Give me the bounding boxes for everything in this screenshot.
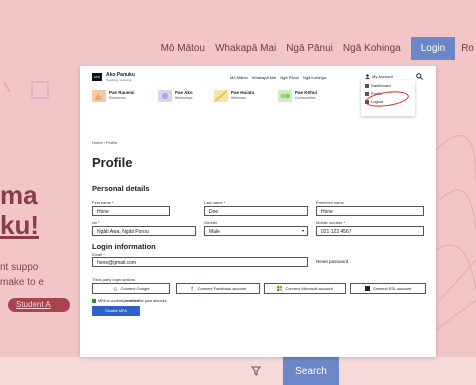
bg-search-button[interactable]: Search (283, 357, 339, 385)
mfa-status-note: MFA is currently enabled for your accoun… (92, 299, 167, 303)
subnav-subtitle: Webinars (231, 96, 246, 100)
first-name-field[interactable]: Hone (92, 206, 170, 216)
svg-text:f: f (191, 287, 193, 292)
resources-thumbnail-icon (92, 90, 106, 102)
facebook-icon: f (191, 287, 193, 292)
gender-value: Male (209, 229, 220, 235)
filter-icon[interactable] (251, 366, 261, 376)
svg-text:G: G (113, 286, 117, 291)
menu-item-label: Dashboard (371, 83, 391, 88)
subnav-subtitle: Resources (109, 96, 126, 100)
first-name-label: First name * (92, 200, 114, 205)
subnav-subtitle: Workshops (175, 96, 193, 100)
menu-item-label: Profile (371, 91, 383, 96)
subnav-item-resources[interactable]: Pae Rauemi Resources (92, 90, 135, 102)
connect-label: Connect Google (120, 286, 150, 291)
my-account-label: My Account (372, 74, 393, 79)
menu-item-dashboard[interactable]: Dashboard (365, 83, 411, 88)
communities-thumbnail-icon (278, 90, 292, 102)
page-title: Profile (92, 155, 133, 170)
email-field[interactable]: hone@gmail.com (92, 257, 308, 267)
connect-microsoft-button[interactable]: Connect Microsoft account (264, 283, 346, 294)
subnav-title: Pae Rauemi (109, 90, 135, 95)
header-link[interactable]: Mō Mātou (230, 75, 248, 80)
profile-card: AKO Ako Panuku Teaching. Learning. Mō Mā… (80, 66, 436, 357)
preferred-name-label: Preferred name (316, 200, 344, 205)
breadcrumb[interactable]: Home / Profile (92, 140, 117, 145)
third-party-label: Third-party login options (92, 277, 135, 282)
menu-item-logout[interactable]: Logout (365, 99, 411, 104)
logo-subtitle: Teaching. Learning. (106, 78, 133, 82)
dashboard-icon (365, 83, 369, 88)
subnav-title: Pae Ako (175, 90, 193, 95)
iwi-field[interactable]: Ngāti Awa, Ngāti Porou (92, 226, 196, 236)
login-information-heading: Login information (92, 242, 156, 251)
personal-details-heading: Personal details (92, 184, 150, 193)
menu-item-profile[interactable]: Profile (365, 91, 411, 96)
person-icon (365, 74, 370, 79)
mobile-label: Mobile number * (316, 220, 346, 225)
bg-student-link[interactable]: Student A (8, 298, 70, 312)
connect-facebook-button[interactable]: f Connect Facebook account (176, 283, 260, 294)
reset-password-link[interactable]: Reset password (316, 259, 348, 264)
google-icon: G (113, 286, 117, 291)
connect-google-button[interactable]: G Connect Google (92, 283, 170, 294)
subnav-title: Pae Kōhui (295, 90, 318, 95)
logo-mark[interactable]: AKO (92, 73, 102, 81)
header-link[interactable]: Ngā Pānui (280, 75, 299, 80)
iwi-label: Iwi * (92, 220, 100, 225)
header-link[interactable]: Ngā Kohinga (303, 75, 326, 80)
check-icon (92, 299, 96, 303)
connect-esl-button[interactable]: Connect ESL account (350, 283, 426, 294)
subnav-item-workshops[interactable]: Pae Ako Workshops (158, 90, 193, 102)
esl-icon (364, 286, 370, 291)
mfa-suffix: for your account (139, 299, 167, 303)
microsoft-icon (277, 286, 283, 291)
connect-label: Connect Microsoft account (285, 286, 333, 291)
header-link[interactable]: Whakapā Mai (252, 75, 276, 80)
connect-label: Connect Facebook account (197, 286, 247, 291)
subnav-item-webinars[interactable]: Pae Huiata Webinars (214, 90, 254, 102)
logout-icon (365, 99, 369, 104)
subnav-title: Pae Huiata (231, 90, 255, 95)
subnav-item-communities[interactable]: Pae Kōhui Communities (278, 90, 317, 102)
bg-search-bar (0, 357, 476, 385)
chevron-down-icon: ▾ (301, 228, 304, 233)
preferred-name-field[interactable]: Hone (316, 206, 424, 216)
webinars-thumbnail-icon (214, 90, 228, 102)
mfa-status: enabled (125, 299, 140, 303)
last-name-field[interactable]: Doe (204, 206, 308, 216)
bg-text-line-2: make to e (0, 277, 44, 288)
mobile-field[interactable]: 021 123 4567 (316, 226, 424, 236)
subnav-subtitle: Communities (295, 96, 316, 100)
menu-item-label: Logout (371, 99, 384, 104)
gender-label: Gender (204, 220, 218, 225)
last-name-label: Last name * (204, 200, 226, 205)
workshops-thumbnail-icon (158, 90, 172, 102)
bg-text-line-1: nt suppo (0, 262, 39, 273)
connect-label: Connect ESL account (372, 286, 412, 291)
account-dropdown: Dashboard Profile Logout (361, 80, 415, 116)
header-links: Mō Mātou Whakapā Mai Ngā Pānui Ngā Kohin… (230, 75, 330, 80)
profile-icon (365, 91, 369, 96)
bg-heading-line-2: ku! (0, 210, 39, 240)
gender-select[interactable]: Male ▾ (204, 226, 308, 236)
disable-mfa-button[interactable]: Disable MFA (92, 306, 140, 316)
my-account-button[interactable]: My Account (365, 74, 393, 79)
bg-heading-line-1: ma (0, 180, 38, 210)
mfa-prefix: MFA is currently (98, 299, 126, 303)
search-icon[interactable] (416, 73, 423, 80)
